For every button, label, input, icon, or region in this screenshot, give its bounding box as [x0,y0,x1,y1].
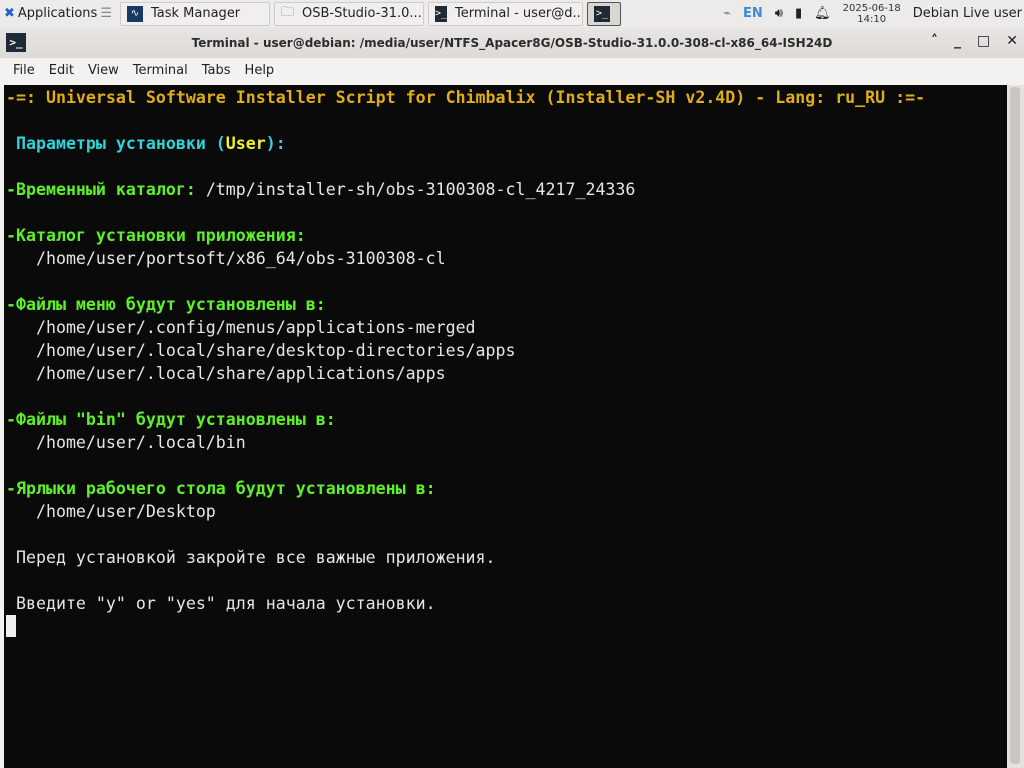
notifications-icon[interactable]: 🔔︎ [814,6,831,21]
task-terminal-2[interactable]: >_ [586,1,621,26]
title-bar[interactable]: >_ Terminal - user@debian: /media/user/N… [0,27,1024,58]
shade-button[interactable]: ˄ [931,33,938,49]
applications-menu[interactable]: ✖ Applications ☰ [0,0,116,27]
close-button[interactable]: ✕ [1006,33,1018,49]
separator-handle-icon: ☰ [100,6,112,21]
network-icon[interactable]: ⌁ [723,6,731,21]
menu-help[interactable]: Help [238,63,282,78]
terminal-icon: >_ [593,5,610,22]
text-cursor [6,615,16,637]
terminal-output[interactable]: -=: Universal Software Installer Script … [4,85,1007,768]
scrollbar[interactable] [1007,85,1024,768]
terminal-icon: >_ [434,5,448,22]
task-manager-icon: ∿ [126,5,143,22]
task-terminal[interactable]: >_ Terminal - user@d... [427,1,583,26]
menu-edit[interactable]: Edit [42,63,81,78]
minimize-button[interactable]: _ [954,33,961,49]
menu-file[interactable]: File [6,63,42,78]
keyboard-layout[interactable]: EN [743,6,763,21]
battery-icon[interactable]: ▮ [795,6,802,21]
task-task-manager[interactable]: ∿ Task Manager [119,1,270,26]
menu-view[interactable]: View [81,63,126,78]
menu-bar: File Edit View Terminal Tabs Help [0,58,1024,83]
folder-icon: 🗀 [280,4,294,20]
maximize-button[interactable]: □ [977,33,990,49]
xfce-logo-icon: ✖ [4,6,15,21]
taskbar: ✖ Applications ☰ ∿ Task Manager 🗀 OSB-Studio… [0,0,1024,27]
window-title: Terminal - user@debian: /media/user/NTFS… [191,36,833,50]
task-file-manager[interactable]: 🗀 OSB-Studio-31.0.... [273,1,424,26]
menu-tabs[interactable]: Tabs [195,63,238,78]
clock[interactable]: 2025-06-18 14:10 [843,3,901,25]
volume-icon[interactable]: 🔊︎ [775,6,783,21]
menu-terminal[interactable]: Terminal [126,63,195,78]
scrollbar-thumb[interactable] [1010,87,1020,764]
user-menu[interactable]: Debian Live user [913,6,1022,21]
